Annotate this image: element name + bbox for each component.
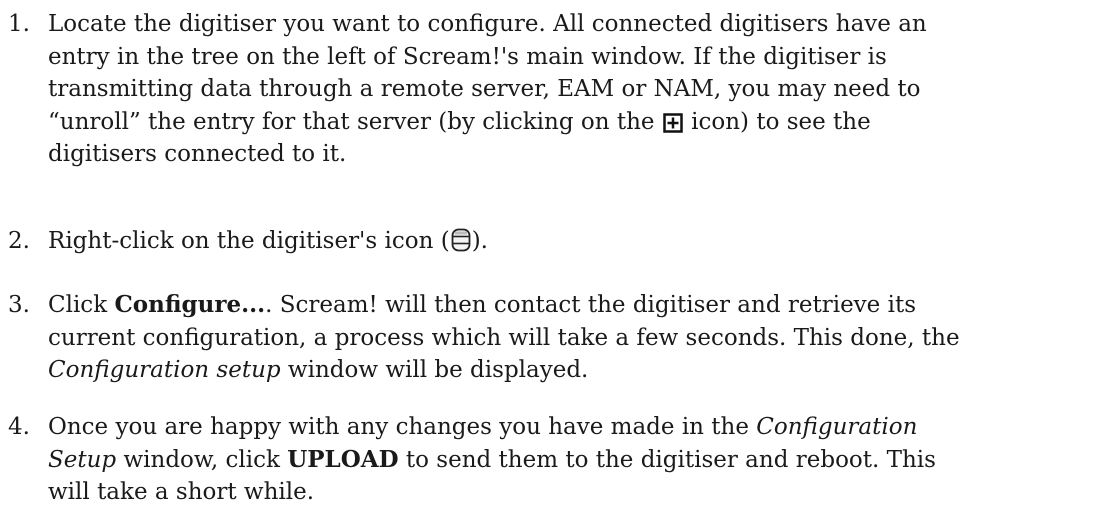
window-name: Configuration — [756, 414, 918, 440]
step-text: icon) to see the — [691, 108, 871, 135]
step-text-line: Setup window, click UPLOAD to send them … — [48, 444, 1093, 477]
step-text: ). — [471, 228, 488, 254]
step-text-line: entry in the tree on the left of Scream!… — [48, 43, 887, 70]
step-2: 2. Right-click on the digitiser's icon (… — [8, 225, 1093, 258]
step-text: “unroll” the entry for that server (by c… — [48, 108, 655, 135]
step-text-line: digitisers connected to it. — [48, 141, 347, 167]
step-1: 1. Locate the digitiser you want to conf… — [8, 8, 1093, 171]
window-name: Configuration setup — [48, 357, 281, 383]
step-text-line: Locate the digitiser you want to configu… — [48, 11, 927, 37]
step-number: 2. — [8, 228, 30, 254]
step-text: Once you are happy with any changes you … — [48, 414, 757, 440]
step-text: to send them to the digitiser and reboot… — [398, 446, 936, 473]
configure-command-label: Configure... — [114, 291, 266, 318]
upload-command-label: UPLOAD — [287, 445, 399, 473]
step-number: 3. — [8, 292, 30, 318]
step-text: . Scream! will then contact the digitise… — [265, 292, 916, 318]
instruction-list: 1. Locate the digitiser you want to conf… — [0, 0, 1101, 514]
step-text: window will be displayed. — [280, 357, 589, 383]
window-name: Setup — [48, 446, 117, 473]
plus-box-icon — [663, 110, 683, 143]
step-number: 4. — [8, 414, 30, 440]
digitiser-icon — [451, 228, 471, 262]
step-text-line: Once you are happy with any changes you … — [48, 411, 1093, 444]
step-text-line: transmitting data through a remote serve… — [48, 76, 921, 102]
step-text-line: current configuration, a process which w… — [48, 324, 960, 351]
step-4: 4. Once you are happy with any changes y… — [8, 411, 1093, 509]
step-text-line: Click Configure.... Scream! will then co… — [48, 289, 1093, 322]
step-text: Right-click on the digitiser's icon ( — [48, 228, 450, 254]
step-text-line: will take a short while. — [48, 479, 315, 505]
step-number: 1. — [8, 11, 30, 37]
step-text: Click — [48, 292, 115, 318]
step-text: window, click — [116, 446, 288, 473]
step-text-line: “unroll” the entry for that server (by c… — [48, 106, 1093, 139]
step-text-line: Configuration setup window will be displ… — [48, 354, 1093, 387]
step-text-line: Right-click on the digitiser's icon (). — [48, 225, 1093, 258]
step-3: 3. Click Configure.... Scream! will then… — [8, 289, 1093, 387]
